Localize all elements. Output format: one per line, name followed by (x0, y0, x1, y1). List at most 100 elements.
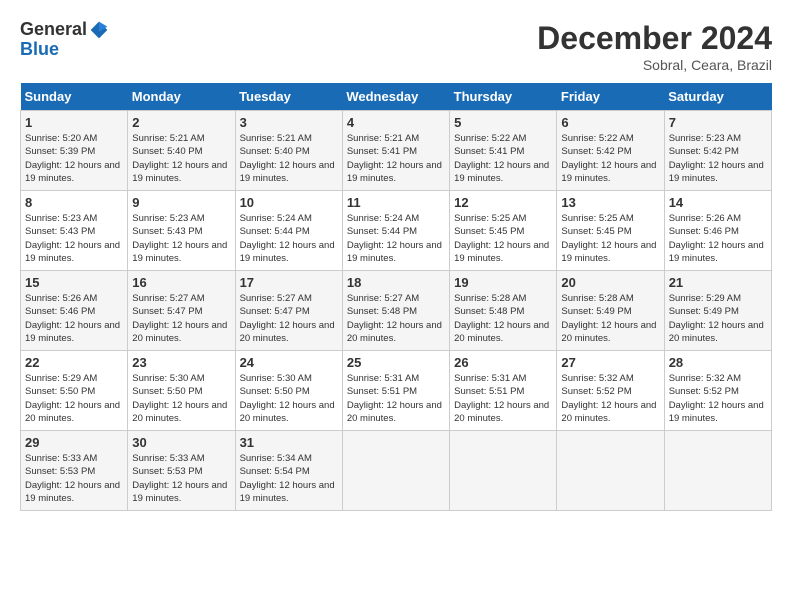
calendar-cell: 4 Sunrise: 5:21 AMSunset: 5:41 PMDayligh… (342, 111, 449, 191)
calendar-cell: 8 Sunrise: 5:23 AMSunset: 5:43 PMDayligh… (21, 191, 128, 271)
calendar-cell: 12 Sunrise: 5:25 AMSunset: 5:45 PMDaylig… (450, 191, 557, 271)
calendar-cell: 27 Sunrise: 5:32 AMSunset: 5:52 PMDaylig… (557, 351, 664, 431)
day-number: 2 (132, 115, 230, 130)
page-header: General Blue December 2024 Sobral, Ceara… (20, 20, 772, 73)
day-info: Sunrise: 5:28 AMSunset: 5:49 PMDaylight:… (561, 293, 656, 344)
day-info: Sunrise: 5:33 AMSunset: 5:53 PMDaylight:… (25, 453, 120, 504)
logo-general-text: General (20, 20, 87, 40)
day-info: Sunrise: 5:29 AMSunset: 5:50 PMDaylight:… (25, 373, 120, 424)
calendar-header: SundayMondayTuesdayWednesdayThursdayFrid… (21, 83, 772, 111)
calendar-cell: 15 Sunrise: 5:26 AMSunset: 5:46 PMDaylig… (21, 271, 128, 351)
day-number: 1 (25, 115, 123, 130)
logo-icon (89, 20, 109, 40)
calendar-cell: 18 Sunrise: 5:27 AMSunset: 5:48 PMDaylig… (342, 271, 449, 351)
day-info: Sunrise: 5:31 AMSunset: 5:51 PMDaylight:… (347, 373, 442, 424)
calendar-cell: 14 Sunrise: 5:26 AMSunset: 5:46 PMDaylig… (664, 191, 771, 271)
day-info: Sunrise: 5:34 AMSunset: 5:54 PMDaylight:… (240, 453, 335, 504)
day-number: 20 (561, 275, 659, 290)
day-number: 23 (132, 355, 230, 370)
day-number: 18 (347, 275, 445, 290)
day-number: 26 (454, 355, 552, 370)
day-number: 27 (561, 355, 659, 370)
calendar-cell: 30 Sunrise: 5:33 AMSunset: 5:53 PMDaylig… (128, 431, 235, 511)
day-info: Sunrise: 5:20 AMSunset: 5:39 PMDaylight:… (25, 133, 120, 184)
header-day-wednesday: Wednesday (342, 83, 449, 111)
day-info: Sunrise: 5:27 AMSunset: 5:47 PMDaylight:… (240, 293, 335, 344)
day-number: 25 (347, 355, 445, 370)
calendar-cell: 7 Sunrise: 5:23 AMSunset: 5:42 PMDayligh… (664, 111, 771, 191)
day-number: 12 (454, 195, 552, 210)
day-number: 3 (240, 115, 338, 130)
calendar-cell: 16 Sunrise: 5:27 AMSunset: 5:47 PMDaylig… (128, 271, 235, 351)
day-info: Sunrise: 5:26 AMSunset: 5:46 PMDaylight:… (25, 293, 120, 344)
calendar-cell (557, 431, 664, 511)
calendar-cell: 17 Sunrise: 5:27 AMSunset: 5:47 PMDaylig… (235, 271, 342, 351)
calendar-cell: 9 Sunrise: 5:23 AMSunset: 5:43 PMDayligh… (128, 191, 235, 271)
calendar-cell (664, 431, 771, 511)
calendar-cell: 20 Sunrise: 5:28 AMSunset: 5:49 PMDaylig… (557, 271, 664, 351)
day-number: 13 (561, 195, 659, 210)
week-row-1: 1 Sunrise: 5:20 AMSunset: 5:39 PMDayligh… (21, 111, 772, 191)
day-number: 6 (561, 115, 659, 130)
location-text: Sobral, Ceara, Brazil (537, 57, 772, 73)
day-info: Sunrise: 5:22 AMSunset: 5:42 PMDaylight:… (561, 133, 656, 184)
calendar-cell: 6 Sunrise: 5:22 AMSunset: 5:42 PMDayligh… (557, 111, 664, 191)
day-number: 10 (240, 195, 338, 210)
day-info: Sunrise: 5:28 AMSunset: 5:48 PMDaylight:… (454, 293, 549, 344)
calendar-cell: 10 Sunrise: 5:24 AMSunset: 5:44 PMDaylig… (235, 191, 342, 271)
day-info: Sunrise: 5:21 AMSunset: 5:41 PMDaylight:… (347, 133, 442, 184)
calendar-cell: 5 Sunrise: 5:22 AMSunset: 5:41 PMDayligh… (450, 111, 557, 191)
header-day-saturday: Saturday (664, 83, 771, 111)
day-number: 29 (25, 435, 123, 450)
calendar-cell: 13 Sunrise: 5:25 AMSunset: 5:45 PMDaylig… (557, 191, 664, 271)
day-info: Sunrise: 5:23 AMSunset: 5:42 PMDaylight:… (669, 133, 764, 184)
day-info: Sunrise: 5:29 AMSunset: 5:49 PMDaylight:… (669, 293, 764, 344)
calendar-cell: 21 Sunrise: 5:29 AMSunset: 5:49 PMDaylig… (664, 271, 771, 351)
day-info: Sunrise: 5:24 AMSunset: 5:44 PMDaylight:… (240, 213, 335, 264)
day-number: 14 (669, 195, 767, 210)
day-info: Sunrise: 5:25 AMSunset: 5:45 PMDaylight:… (561, 213, 656, 264)
day-info: Sunrise: 5:26 AMSunset: 5:46 PMDaylight:… (669, 213, 764, 264)
day-info: Sunrise: 5:24 AMSunset: 5:44 PMDaylight:… (347, 213, 442, 264)
calendar-cell: 19 Sunrise: 5:28 AMSunset: 5:48 PMDaylig… (450, 271, 557, 351)
day-info: Sunrise: 5:21 AMSunset: 5:40 PMDaylight:… (240, 133, 335, 184)
day-number: 8 (25, 195, 123, 210)
day-number: 7 (669, 115, 767, 130)
header-day-sunday: Sunday (21, 83, 128, 111)
day-info: Sunrise: 5:22 AMSunset: 5:41 PMDaylight:… (454, 133, 549, 184)
calendar-cell: 25 Sunrise: 5:31 AMSunset: 5:51 PMDaylig… (342, 351, 449, 431)
day-info: Sunrise: 5:27 AMSunset: 5:47 PMDaylight:… (132, 293, 227, 344)
calendar-cell: 2 Sunrise: 5:21 AMSunset: 5:40 PMDayligh… (128, 111, 235, 191)
logo: General Blue (20, 20, 109, 60)
day-number: 5 (454, 115, 552, 130)
day-info: Sunrise: 5:25 AMSunset: 5:45 PMDaylight:… (454, 213, 549, 264)
day-number: 30 (132, 435, 230, 450)
week-row-5: 29 Sunrise: 5:33 AMSunset: 5:53 PMDaylig… (21, 431, 772, 511)
day-number: 19 (454, 275, 552, 290)
calendar-cell: 11 Sunrise: 5:24 AMSunset: 5:44 PMDaylig… (342, 191, 449, 271)
day-number: 9 (132, 195, 230, 210)
day-number: 17 (240, 275, 338, 290)
day-number: 21 (669, 275, 767, 290)
calendar-cell: 28 Sunrise: 5:32 AMSunset: 5:52 PMDaylig… (664, 351, 771, 431)
day-info: Sunrise: 5:21 AMSunset: 5:40 PMDaylight:… (132, 133, 227, 184)
header-day-friday: Friday (557, 83, 664, 111)
calendar-cell: 26 Sunrise: 5:31 AMSunset: 5:51 PMDaylig… (450, 351, 557, 431)
day-number: 22 (25, 355, 123, 370)
logo-blue-text: Blue (20, 40, 109, 60)
day-info: Sunrise: 5:23 AMSunset: 5:43 PMDaylight:… (25, 213, 120, 264)
day-number: 28 (669, 355, 767, 370)
day-info: Sunrise: 5:31 AMSunset: 5:51 PMDaylight:… (454, 373, 549, 424)
day-info: Sunrise: 5:32 AMSunset: 5:52 PMDaylight:… (561, 373, 656, 424)
week-row-3: 15 Sunrise: 5:26 AMSunset: 5:46 PMDaylig… (21, 271, 772, 351)
day-number: 24 (240, 355, 338, 370)
header-day-thursday: Thursday (450, 83, 557, 111)
header-day-tuesday: Tuesday (235, 83, 342, 111)
day-info: Sunrise: 5:30 AMSunset: 5:50 PMDaylight:… (240, 373, 335, 424)
calendar-cell: 22 Sunrise: 5:29 AMSunset: 5:50 PMDaylig… (21, 351, 128, 431)
month-title: December 2024 (537, 20, 772, 57)
calendar-cell: 24 Sunrise: 5:30 AMSunset: 5:50 PMDaylig… (235, 351, 342, 431)
day-info: Sunrise: 5:30 AMSunset: 5:50 PMDaylight:… (132, 373, 227, 424)
day-info: Sunrise: 5:33 AMSunset: 5:53 PMDaylight:… (132, 453, 227, 504)
calendar-cell: 23 Sunrise: 5:30 AMSunset: 5:50 PMDaylig… (128, 351, 235, 431)
